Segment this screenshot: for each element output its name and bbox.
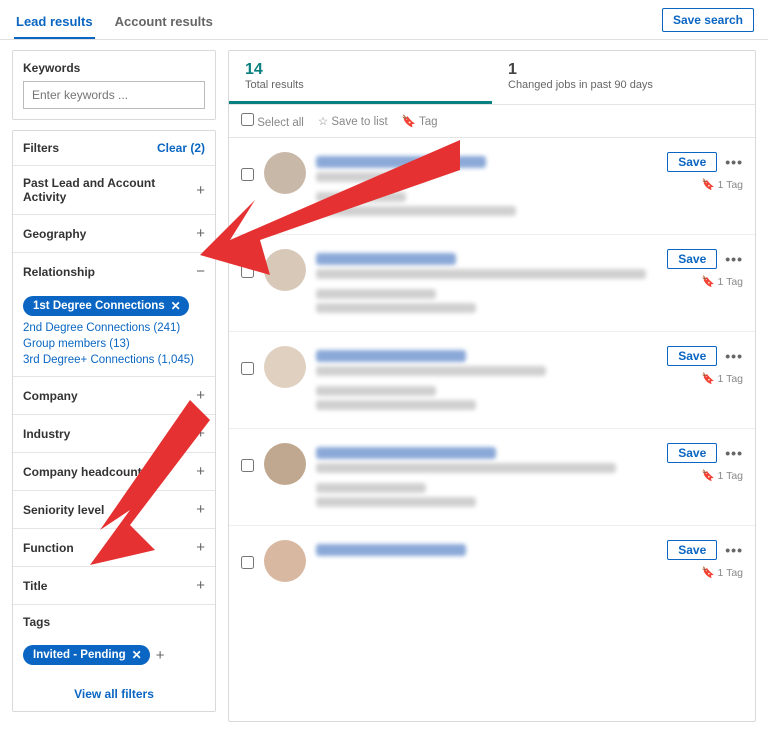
plus-icon: + — [196, 225, 205, 242]
tag-count: 🔖 1 Tag — [702, 469, 744, 482]
avatar[interactable] — [264, 249, 306, 291]
remove-pill-icon[interactable]: ✕ — [132, 648, 142, 662]
avatar[interactable] — [264, 346, 306, 388]
filter-past-activity[interactable]: Past Lead and Account Activity + — [13, 166, 215, 215]
results-tabs: Lead results Account results — [14, 6, 215, 39]
tag-count: 🔖 1 Tag — [702, 178, 744, 191]
plus-icon: + — [196, 387, 205, 404]
stat-changed-jobs[interactable]: 1 Changed jobs in past 90 days — [492, 51, 755, 104]
filter-industry[interactable]: Industry + — [13, 415, 215, 453]
clear-filters-link[interactable]: Clear (2) — [157, 141, 205, 155]
relationship-opt-3rd[interactable]: 3rd Degree+ Connections (1,045) — [23, 354, 205, 366]
avatar[interactable] — [264, 443, 306, 485]
save-search-button[interactable]: Save search — [662, 8, 754, 32]
tag-action[interactable]: 🔖 Tag — [402, 114, 438, 128]
save-lead-button[interactable]: Save — [667, 249, 717, 269]
stat-total-results[interactable]: 14 Total results — [229, 51, 492, 104]
filter-geography[interactable]: Geography + — [13, 215, 215, 253]
plus-icon: + — [196, 182, 205, 199]
filter-relationship[interactable]: Relationship − — [13, 253, 215, 290]
results-list: Save ••• 🔖 1 Tag Save — [229, 138, 755, 596]
save-lead-button[interactable]: Save — [667, 443, 717, 463]
save-to-list-action[interactable]: ☆ Save to list — [318, 114, 388, 128]
keywords-label: Keywords — [23, 61, 205, 75]
save-lead-button[interactable]: Save — [667, 540, 717, 560]
relationship-pill-1st-degree[interactable]: 1st Degree Connections ✕ — [23, 296, 189, 316]
filter-title[interactable]: Title + — [13, 567, 215, 605]
more-actions-icon[interactable]: ••• — [725, 251, 743, 267]
result-row: Save ••• 🔖 1 Tag — [229, 138, 755, 235]
plus-icon: + — [196, 501, 205, 518]
more-actions-icon[interactable]: ••• — [725, 154, 743, 170]
filter-function[interactable]: Function + — [13, 529, 215, 567]
tag-count: 🔖 1 Tag — [702, 566, 744, 579]
avatar[interactable] — [264, 540, 306, 582]
relationship-opt-2nd[interactable]: 2nd Degree Connections (241) — [23, 322, 205, 334]
avatar[interactable] — [264, 152, 306, 194]
more-actions-icon[interactable]: ••• — [725, 542, 743, 558]
plus-icon: + — [196, 539, 205, 556]
remove-pill-icon[interactable]: ✕ — [171, 299, 181, 313]
results-panel: 14 Total results 1 Changed jobs in past … — [228, 50, 756, 722]
relationship-opt-group[interactable]: Group members (13) — [23, 338, 205, 350]
filters-sidebar: Keywords Filters Clear (2) Past Lead and… — [12, 50, 216, 722]
view-all-filters-link[interactable]: View all filters — [13, 677, 215, 711]
filter-company[interactable]: Company + — [13, 377, 215, 415]
result-row: Save ••• 🔖 1 Tag — [229, 526, 755, 596]
row-checkbox[interactable] — [241, 265, 254, 278]
keywords-input[interactable] — [23, 81, 205, 109]
result-row: Save ••• 🔖 1 Tag — [229, 332, 755, 429]
save-lead-button[interactable]: Save — [667, 346, 717, 366]
row-checkbox[interactable] — [241, 556, 254, 569]
tag-count: 🔖 1 Tag — [702, 275, 744, 288]
plus-icon: + — [196, 463, 205, 480]
tab-account-results[interactable]: Account results — [113, 6, 215, 39]
select-all-checkbox[interactable]: Select all — [241, 113, 304, 129]
add-tag-icon[interactable]: + — [156, 647, 165, 664]
row-checkbox[interactable] — [241, 168, 254, 181]
more-actions-icon[interactable]: ••• — [725, 348, 743, 364]
more-actions-icon[interactable]: ••• — [725, 445, 743, 461]
result-row: Save ••• 🔖 1 Tag — [229, 235, 755, 332]
minus-icon: − — [196, 263, 205, 280]
row-checkbox[interactable] — [241, 362, 254, 375]
tab-lead-results[interactable]: Lead results — [14, 6, 95, 39]
plus-icon: + — [196, 425, 205, 442]
filter-seniority[interactable]: Seniority level + — [13, 491, 215, 529]
filters-title: Filters — [23, 141, 59, 155]
tag-count: 🔖 1 Tag — [702, 372, 744, 385]
result-row: Save ••• 🔖 1 Tag — [229, 429, 755, 526]
filter-tags[interactable]: Tags — [13, 605, 215, 639]
save-lead-button[interactable]: Save — [667, 152, 717, 172]
row-checkbox[interactable] — [241, 459, 254, 472]
plus-icon: + — [196, 577, 205, 594]
tag-pill-invited-pending[interactable]: Invited - Pending ✕ — [23, 645, 150, 665]
filter-headcount[interactable]: Company headcount + — [13, 453, 215, 491]
